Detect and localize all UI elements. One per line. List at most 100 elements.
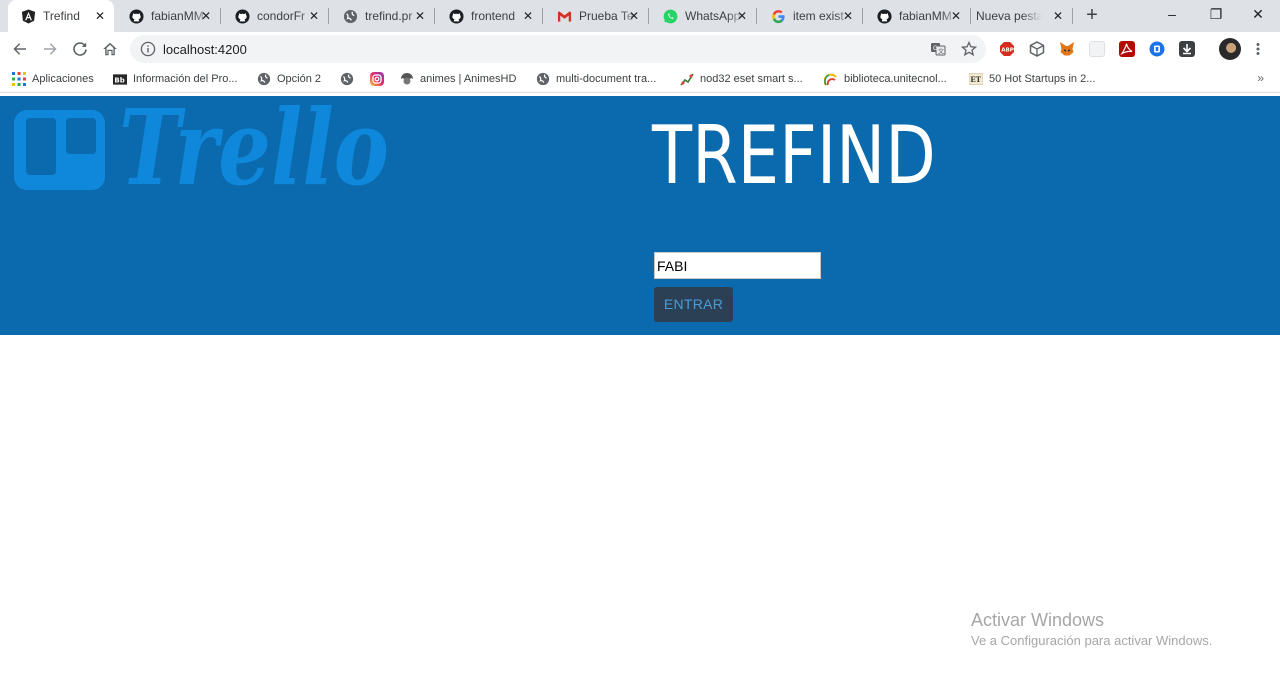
- windows-activation-watermark: Activar Windows Ve a Configuración para …: [971, 609, 1212, 651]
- github-icon: [876, 8, 892, 24]
- window-close-button[interactable]: ✕: [1236, 0, 1280, 30]
- close-tab-icon[interactable]: ✕: [948, 8, 964, 24]
- bookmark-label: 50 Hot Startups in 2...: [989, 73, 1096, 85]
- page-title: TREFIND: [652, 109, 936, 202]
- bookmark-startups[interactable]: ET 50 Hot Startups in 2...: [969, 71, 1095, 87]
- url-text[interactable]: localhost:4200: [163, 42, 247, 57]
- gmail-icon: [556, 8, 572, 24]
- tab-label: Nueva pestaña: [976, 9, 1042, 23]
- tab-github-fabianmm[interactable]: fabianMM ✕: [116, 0, 221, 32]
- tab-separator: [862, 8, 863, 24]
- header-banner: Trello TREFIND ENTRAR: [0, 96, 1280, 335]
- chrome-menu-icon[interactable]: [1253, 41, 1263, 57]
- google-icon: [770, 8, 786, 24]
- acrobat-pdf-icon[interactable]: [1119, 41, 1135, 57]
- forward-button[interactable]: [38, 37, 62, 61]
- watermark-title: Activar Windows: [971, 610, 1105, 630]
- bookmark-instagram[interactable]: [370, 71, 390, 87]
- new-tab-button[interactable]: +: [1080, 4, 1104, 28]
- tab-separator: [1072, 8, 1073, 24]
- close-tab-icon[interactable]: ✕: [306, 8, 322, 24]
- back-button[interactable]: [8, 37, 32, 61]
- bookmark-multi-document[interactable]: multi-document tra...: [536, 71, 656, 87]
- close-tab-icon[interactable]: ✕: [198, 8, 214, 24]
- bookmark-label: Información del Pro...: [133, 73, 238, 85]
- tab-github-frontend[interactable]: frontend ✕: [436, 0, 543, 32]
- adblock-plus-icon[interactable]: ABP: [999, 41, 1015, 57]
- github-icon: [448, 8, 464, 24]
- metamask-fox-icon[interactable]: [1059, 41, 1075, 57]
- bookmarks-bar: Aplicaciones Bb Información del Pro... O…: [0, 66, 1280, 93]
- home-icon: [103, 42, 117, 56]
- close-tab-icon[interactable]: ✕: [92, 8, 108, 24]
- globe-icon: [340, 72, 354, 86]
- tab-gmail-prueba[interactable]: Prueba Te ✕: [544, 0, 649, 32]
- cube-extension-icon[interactable]: [1029, 41, 1045, 57]
- apps-grid-icon: [12, 72, 26, 86]
- bookmark-informacion[interactable]: Bb Información del Pro...: [113, 71, 238, 87]
- arc-icon: [824, 72, 838, 86]
- download-extension-icon[interactable]: [1179, 41, 1195, 57]
- watermark-subtitle: Ve a Configuración para activar Windows.: [971, 633, 1213, 648]
- tab-github-condorfr[interactable]: condorFr ✕: [222, 0, 329, 32]
- bookmark-label: multi-document tra...: [556, 73, 657, 85]
- tab-nueva-pestana[interactable]: Nueva pestaña ✕: [970, 0, 1073, 32]
- close-tab-icon[interactable]: ✕: [1050, 8, 1066, 24]
- tab-separator: [648, 8, 649, 24]
- minimize-button[interactable]: –: [1150, 0, 1194, 30]
- close-tab-icon[interactable]: ✕: [412, 8, 428, 24]
- bookmarks-overflow-chevron-icon[interactable]: »: [1257, 71, 1264, 85]
- tab-trefind-pr[interactable]: trefind.pr ✕: [330, 0, 435, 32]
- name-input[interactable]: [654, 252, 821, 279]
- enter-button[interactable]: ENTRAR: [654, 287, 733, 322]
- page-content: Trello TREFIND ENTRAR: [0, 94, 1280, 682]
- close-tab-icon[interactable]: ✕: [840, 8, 856, 24]
- bookmark-label: nod32 eset smart s...: [700, 73, 803, 85]
- reload-button[interactable]: [68, 37, 92, 61]
- bb-icon: Bb: [113, 72, 127, 86]
- tab-whatsapp[interactable]: WhatsApp ✕: [650, 0, 757, 32]
- tab-separator: [542, 8, 543, 24]
- bookmark-star-icon[interactable]: [961, 41, 977, 57]
- profile-avatar[interactable]: [1219, 38, 1241, 60]
- address-bar[interactable]: localhost:4200 G文: [130, 35, 986, 63]
- bookmark-aplicaciones[interactable]: Aplicaciones: [12, 71, 94, 87]
- close-tab-icon[interactable]: ✕: [626, 8, 642, 24]
- tab-separator: [434, 8, 435, 24]
- forward-arrow-icon: [44, 43, 57, 55]
- blue-shield-extension-icon[interactable]: [1149, 41, 1165, 57]
- blank-extension-icon[interactable]: [1089, 41, 1105, 57]
- globe-icon: [342, 8, 358, 24]
- tab-trefind[interactable]: Trefind ✕: [8, 0, 114, 32]
- svg-text:ET: ET: [970, 75, 981, 84]
- tab-google-item-exist[interactable]: item exist ✕: [758, 0, 863, 32]
- logo-wordmark: Trello: [119, 96, 389, 196]
- bookmark-nod32[interactable]: nod32 eset smart s...: [680, 71, 803, 87]
- tab-github-fabianmm-2[interactable]: fabianMM ✕: [864, 0, 971, 32]
- chart-icon: [680, 72, 694, 86]
- restore-button[interactable]: ❐: [1194, 0, 1238, 30]
- home-button[interactable]: [98, 37, 122, 61]
- back-arrow-icon: [13, 43, 26, 55]
- bookmark-label: animes | AnimesHD: [420, 73, 517, 85]
- bookmark-biblioteca[interactable]: biblioteca.unitecnol...: [824, 71, 947, 87]
- bookmark-animes[interactable]: animes | AnimesHD: [400, 71, 516, 87]
- bookmark-opcion-2[interactable]: Opción 2: [257, 71, 321, 87]
- bookmark-label: Aplicaciones: [32, 73, 94, 85]
- close-tab-icon[interactable]: ✕: [520, 8, 536, 24]
- svg-text:文: 文: [938, 48, 944, 56]
- bookmark-label: biblioteca.unitecnol...: [844, 73, 947, 85]
- angular-icon: [20, 8, 36, 24]
- et-icon: ET: [969, 72, 983, 86]
- instagram-icon: [370, 72, 384, 86]
- svg-text:ABP: ABP: [1001, 48, 1014, 54]
- translate-icon[interactable]: G文: [930, 41, 946, 57]
- close-tab-icon[interactable]: ✕: [734, 8, 750, 24]
- reload-icon: [73, 42, 87, 56]
- whatsapp-icon: [662, 8, 678, 24]
- github-icon: [128, 8, 144, 24]
- bookmark-label: Opción 2: [277, 73, 322, 85]
- trello-logo: Trello: [14, 96, 389, 196]
- bookmark-globe[interactable]: [340, 71, 360, 87]
- site-info-icon[interactable]: [140, 41, 156, 57]
